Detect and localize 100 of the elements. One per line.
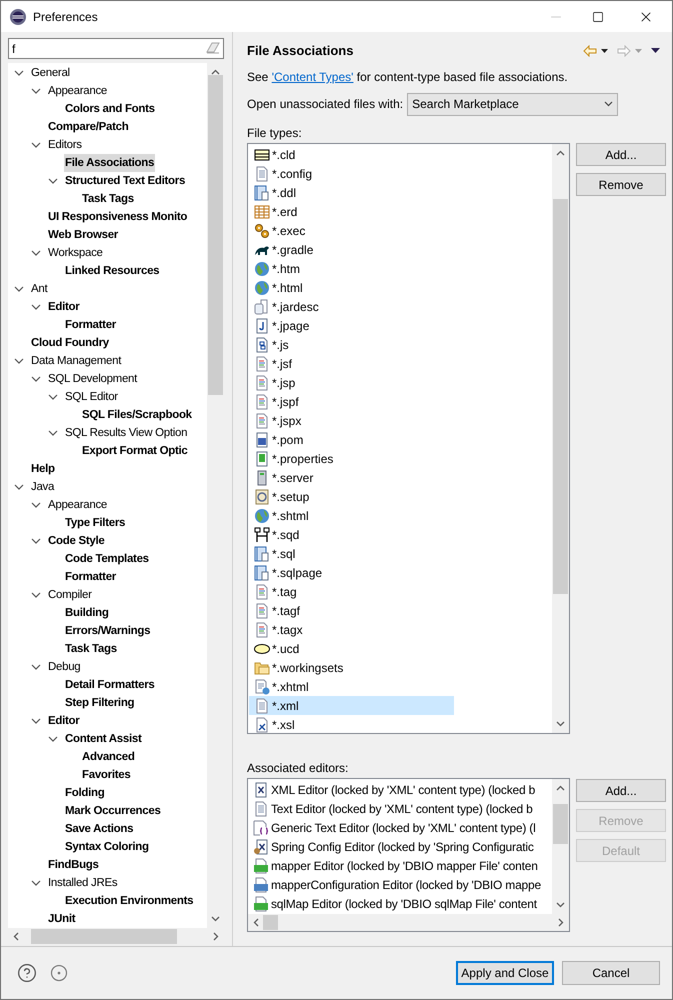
tree-item[interactable]: Code Templates <box>64 550 150 568</box>
scroll-down-icon[interactable] <box>211 916 220 922</box>
tree-item[interactable]: Folding <box>64 784 106 802</box>
collapse-chevron-icon[interactable] <box>31 86 41 96</box>
file-type-row[interactable]: *.sqd <box>249 525 454 544</box>
scrollbar-thumb[interactable] <box>263 915 278 930</box>
tree-item[interactable]: Editor <box>47 298 80 316</box>
tree-item[interactable]: Workspace <box>47 244 104 262</box>
scroll-up-icon[interactable] <box>211 69 220 75</box>
vertical-scrollbar[interactable] <box>552 779 569 914</box>
collapse-chevron-icon[interactable] <box>14 68 24 78</box>
editor-row[interactable]: XML Editor (locked by 'XML' content type) (locked b <box>248 780 552 799</box>
view-menu-icon[interactable] <box>651 48 660 53</box>
collapse-chevron-icon[interactable] <box>48 734 58 744</box>
collapse-chevron-icon[interactable] <box>48 392 58 402</box>
scrollbar-thumb[interactable] <box>208 75 223 395</box>
tree-item[interactable]: Mark Occurrences <box>64 802 162 820</box>
tree-item[interactable]: Formatter <box>64 568 117 586</box>
scroll-right-icon[interactable] <box>213 932 219 941</box>
tree-item[interactable]: File Associations <box>64 154 156 172</box>
file-type-row[interactable]: *.jpage <box>249 316 454 335</box>
collapse-chevron-icon[interactable] <box>31 536 41 546</box>
editor-row[interactable]: mapper Editor (locked by 'DBIO mapper File' conten <box>248 856 552 875</box>
tree-item[interactable]: Export Format Optic <box>81 442 188 460</box>
file-type-row[interactable]: *.pom <box>249 430 454 449</box>
tree-item[interactable]: Structured Text Editors <box>64 172 186 190</box>
collapse-chevron-icon[interactable] <box>14 356 24 366</box>
file-type-row[interactable]: *.xml <box>249 696 454 715</box>
tree-item[interactable]: Task Tags <box>64 640 118 658</box>
editor-row[interactable]: Generic Text Editor (locked by 'XML' content type) (l <box>248 818 552 837</box>
scroll-up-icon[interactable] <box>556 785 565 791</box>
file-type-row[interactable]: *.sqlpage <box>249 563 454 582</box>
scroll-down-icon[interactable] <box>556 902 565 908</box>
tree-item[interactable]: Advanced <box>81 748 136 766</box>
tree-item[interactable]: Step Filtering <box>64 694 136 712</box>
vertical-scrollbar[interactable] <box>552 144 569 733</box>
file-type-row[interactable]: *.html <box>249 278 454 297</box>
tree-item[interactable]: Favorites <box>81 766 132 784</box>
tree-item[interactable]: Execution Environments <box>64 892 194 910</box>
filter-field[interactable]: f <box>8 38 224 59</box>
dialog-button[interactable]: Apply and Close <box>456 961 554 985</box>
dialog-button[interactable]: Remove <box>576 173 666 196</box>
file-type-row[interactable]: *.erd <box>249 202 454 221</box>
tree-item[interactable]: Formatter <box>64 316 117 334</box>
file-type-row[interactable]: *.exec <box>249 221 454 240</box>
file-type-row[interactable]: *.xsl <box>249 715 454 733</box>
tree-item[interactable]: SQL Results View Option <box>64 424 188 442</box>
tree-item[interactable]: Help <box>30 460 56 478</box>
tree-item[interactable]: Compiler <box>47 586 93 604</box>
tree-item[interactable]: JUnit <box>47 910 76 928</box>
collapse-chevron-icon[interactable] <box>31 374 41 384</box>
dialog-button[interactable]: Add... <box>576 143 666 166</box>
file-type-row[interactable]: *.ddl <box>249 183 454 202</box>
dropdown-caret-icon[interactable] <box>601 48 608 52</box>
tree-item[interactable]: Content Assist <box>64 730 143 748</box>
editor-row[interactable]: mapperConfiguration Editor (locked by 'DBIO mappe <box>248 875 552 894</box>
collapse-chevron-icon[interactable] <box>48 428 58 438</box>
editor-row[interactable]: sqlMap Editor (locked by 'DBIO sqlMap File' content <box>248 894 552 913</box>
file-type-row[interactable]: *.jardesc <box>249 297 454 316</box>
content-types-link[interactable]: 'Content Types' <box>272 68 354 86</box>
scroll-left-icon[interactable] <box>13 932 19 941</box>
tree-item[interactable]: Appearance <box>47 496 108 514</box>
file-type-row[interactable]: *.setup <box>249 487 454 506</box>
file-type-row[interactable]: *.jspx <box>249 411 454 430</box>
tree-item[interactable]: Web Browser <box>47 226 119 244</box>
help-icon[interactable] <box>17 963 37 983</box>
tree-item[interactable]: Editors <box>47 136 83 154</box>
editor-dropdown[interactable]: Search Marketplace <box>407 92 618 116</box>
tree-item[interactable]: Compare/Patch <box>47 118 130 136</box>
tree-item[interactable]: Task Tags <box>81 190 135 208</box>
tree-item[interactable]: Building <box>64 604 110 622</box>
scrollbar-thumb[interactable] <box>553 804 568 844</box>
collapse-chevron-icon[interactable] <box>31 302 41 312</box>
scrollbar-thumb[interactable] <box>553 199 568 594</box>
tree-item[interactable]: Detail Formatters <box>64 676 156 694</box>
file-type-row[interactable]: *.xhtml <box>249 677 454 696</box>
file-type-row[interactable]: *.ucd <box>249 639 454 658</box>
dialog-button[interactable]: Add... <box>576 779 666 802</box>
scroll-right-icon[interactable] <box>558 918 564 927</box>
file-type-row[interactable]: *.tag <box>249 582 454 601</box>
tree-item[interactable]: Data Management <box>30 352 122 370</box>
tree-item[interactable]: Cloud Foundry <box>30 334 110 352</box>
collapse-chevron-icon[interactable] <box>48 176 58 186</box>
file-type-row[interactable]: *.jsf <box>249 354 454 373</box>
dialog-button[interactable]: Cancel <box>562 961 660 985</box>
collapse-chevron-icon[interactable] <box>31 878 41 888</box>
file-type-row[interactable]: *.js <box>249 335 454 354</box>
tree-item[interactable]: Save Actions <box>64 820 134 838</box>
collapse-chevron-icon[interactable] <box>31 140 41 150</box>
editor-row[interactable]: Spring Config Editor (locked by 'Spring Configuratic <box>248 837 552 856</box>
tree-item[interactable]: Editor <box>47 712 80 730</box>
tree-item[interactable]: FindBugs <box>47 856 100 874</box>
scroll-left-icon[interactable] <box>253 918 259 927</box>
maximize-icon[interactable] <box>592 10 604 22</box>
file-type-row[interactable]: *.workingsets <box>249 658 454 677</box>
file-type-row[interactable]: *.shtml <box>249 506 454 525</box>
scrollbar-thumb[interactable] <box>31 929 177 944</box>
tree-item[interactable]: Appearance <box>47 82 108 100</box>
collapse-chevron-icon[interactable] <box>31 716 41 726</box>
tree-item[interactable]: Linked Resources <box>64 262 160 280</box>
